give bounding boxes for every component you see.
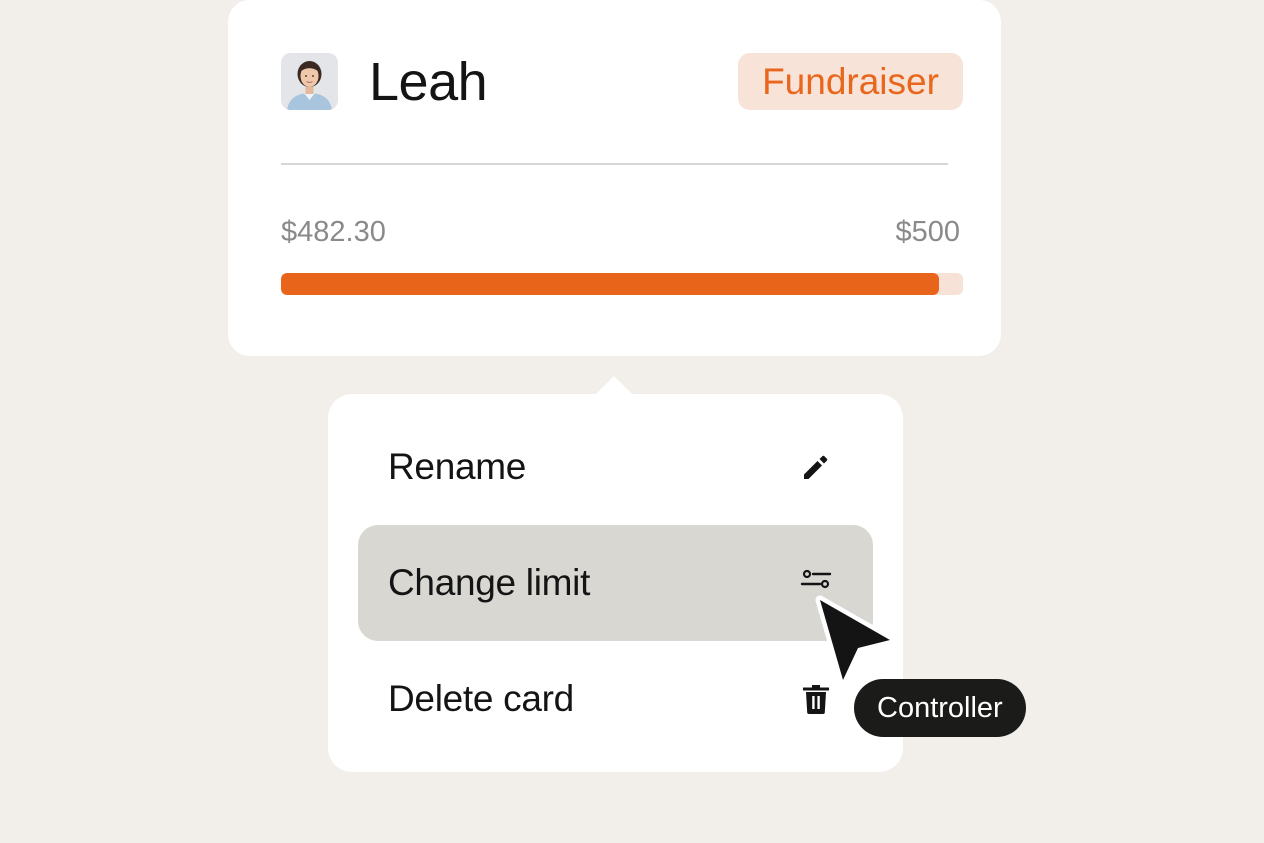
- divider: [281, 163, 948, 165]
- pencil-icon: [804, 455, 828, 479]
- fundraiser-badge: Fundraiser: [738, 53, 963, 110]
- card-holder-name: Leah: [369, 52, 488, 112]
- amount-spent: $482.30: [281, 216, 386, 248]
- amount-limit: $500: [895, 216, 960, 248]
- menu-item-label: Delete card: [388, 678, 574, 719]
- controller-tooltip: Controller: [854, 679, 1026, 737]
- menu-item-label: Change limit: [388, 562, 591, 603]
- menu-item-delete-card[interactable]: Delete card: [358, 641, 873, 757]
- menu-pointer-arrow: [596, 376, 632, 394]
- spending-progress-bar: [281, 273, 963, 295]
- menu-item-rename[interactable]: Rename: [358, 409, 873, 525]
- avatar: [281, 53, 338, 110]
- menu-item-change-limit[interactable]: Change limit: [358, 525, 873, 641]
- fundraiser-card[interactable]: Leah Fundraiser $482.30 $500: [228, 0, 1001, 356]
- card-context-menu: Rename Change limit Delete card: [328, 394, 903, 772]
- person-photo-icon: [281, 53, 338, 110]
- spending-progress-fill: [281, 273, 939, 295]
- menu-item-label: Rename: [388, 446, 527, 487]
